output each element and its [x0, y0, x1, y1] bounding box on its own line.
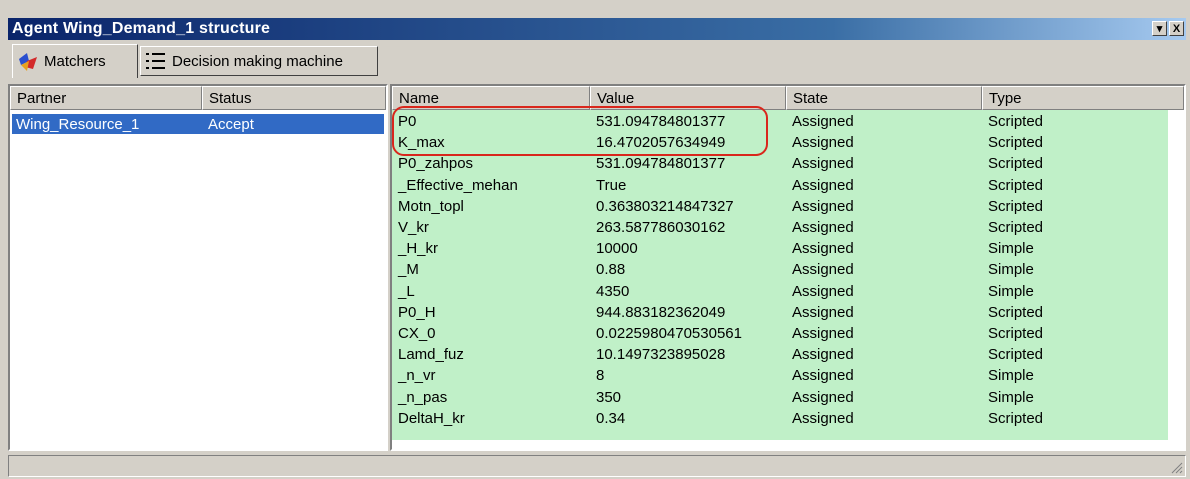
variable-row[interactable]: _n_pas 350 Assigned Simple — [392, 387, 1168, 408]
variable-value: 10.1497323895028 — [596, 346, 726, 364]
variable-state: Assigned — [792, 197, 854, 215]
variable-name: _L — [398, 282, 415, 300]
variable-name: Lamd_fuz — [398, 346, 464, 364]
variable-value: 263.587786030162 — [596, 219, 726, 236]
close-icon: X — [1172, 23, 1181, 35]
variable-state: Assigned — [792, 282, 854, 300]
resize-grip-icon[interactable] — [1169, 460, 1183, 474]
variable-state: Assigned — [792, 240, 854, 258]
matcher-partner: Wing_Resource_1 — [16, 116, 140, 133]
variable-row[interactable]: DeltaH_kr 0.34 Assigned Scripted — [392, 408, 1168, 429]
variable-state: Assigned — [792, 261, 854, 279]
variable-type: Simple — [988, 388, 1034, 406]
variable-type: Scripted — [988, 409, 1044, 427]
variable-row[interactable]: _H_kr 10000 Assigned Simple — [392, 238, 1168, 259]
tab-strip: Matchers Decision making machine — [8, 42, 1186, 78]
variable-type: Simple — [988, 282, 1034, 300]
variable-type: Simple — [988, 367, 1034, 385]
variable-value: 4350 — [596, 282, 630, 300]
variable-state: Assigned — [792, 346, 854, 364]
variable-row[interactable]: _n_vr 8 Assigned Simple — [392, 365, 1168, 386]
variable-name: CX_0 — [398, 325, 436, 342]
variable-value: 350 — [596, 388, 622, 406]
variable-row[interactable]: P0_H 944.883182362049 Assigned Scripted — [392, 302, 1168, 323]
variable-row[interactable]: _Effective_mehan True Assigned Scripted — [392, 175, 1168, 196]
status-bar — [8, 455, 1186, 477]
variable-name: V_kr — [398, 219, 429, 236]
variable-value: 0.363803214847327 — [596, 197, 734, 215]
variable-state: Assigned — [792, 325, 854, 342]
variable-type: Scripted — [988, 219, 1044, 236]
variable-value: 944.883182362049 — [596, 303, 726, 321]
variable-row[interactable]: Lamd_fuz 10.1497323895028 Assigned Scripted — [392, 344, 1168, 365]
matcher-row[interactable]: Wing_Resource_1 Accept — [10, 114, 386, 135]
variable-state: Assigned — [792, 113, 854, 130]
matchers-icon — [17, 51, 39, 73]
window-title: Agent Wing_Demand_1 structure — [12, 20, 271, 37]
variable-name: DeltaH_kr — [398, 409, 465, 427]
annotation-highlight — [392, 106, 768, 156]
variable-state: Assigned — [792, 219, 854, 236]
variable-name: _n_pas — [398, 388, 448, 406]
variable-name: P0_H — [398, 303, 436, 321]
variable-state: Assigned — [792, 176, 854, 194]
variable-row[interactable]: Motn_topl 0.363803214847327 Assigned Script… — [392, 196, 1168, 217]
column-header-partner[interactable]: Partner — [10, 86, 202, 110]
variable-name: Motn_topl — [398, 197, 464, 215]
variable-value: True — [596, 176, 627, 194]
variable-type: Scripted — [988, 134, 1044, 152]
variable-type: Scripted — [988, 113, 1044, 130]
matchers-header: Partner Status — [10, 86, 386, 110]
variable-type: Scripted — [988, 346, 1044, 364]
variable-name: P0_zahpos — [398, 155, 474, 173]
pin-dropdown-button[interactable]: ▾ — [1152, 21, 1167, 36]
variable-state: Assigned — [792, 155, 854, 173]
variable-state: Assigned — [792, 388, 854, 406]
tab-matchers[interactable]: Matchers — [12, 44, 138, 78]
variable-name: _H_kr — [398, 240, 439, 258]
column-header-state[interactable]: State — [786, 86, 982, 110]
column-header-type[interactable]: Type — [982, 86, 1184, 110]
variable-value: 0.34 — [596, 409, 626, 427]
variable-type: Scripted — [988, 176, 1044, 194]
variable-type: Scripted — [988, 303, 1044, 321]
list-icon — [145, 50, 167, 72]
tab-matchers-label: Matchers — [44, 53, 106, 70]
variable-state: Assigned — [792, 303, 854, 321]
variable-type: Scripted — [988, 155, 1044, 173]
tab-decision-making-machine-label: Decision making machine — [172, 52, 343, 70]
variable-value: 0.88 — [596, 261, 626, 279]
variable-type: Scripted — [988, 325, 1044, 342]
variable-name: _Effective_mehan — [398, 176, 518, 194]
close-button[interactable]: X — [1169, 21, 1184, 36]
variable-type: Simple — [988, 261, 1034, 279]
variable-type: Simple — [988, 240, 1034, 258]
column-header-status[interactable]: Status — [202, 86, 386, 110]
variable-type: Scripted — [988, 197, 1044, 215]
variable-value: 10000 — [596, 240, 638, 258]
variable-value: 8 — [596, 367, 605, 385]
variable-value: 531.094784801377 — [596, 155, 726, 173]
variable-row[interactable]: _M 0.88 Assigned Simple — [392, 259, 1168, 280]
variable-row[interactable]: P0_zahpos 531.094784801377 Assigned Scripte… — [392, 153, 1168, 174]
variable-state: Assigned — [792, 367, 854, 385]
variable-row[interactable]: V_kr 263.587786030162 Assigned Scripted — [392, 217, 1168, 238]
matcher-status: Accept — [208, 116, 254, 133]
tab-decision-making-machine[interactable]: Decision making machine — [140, 46, 378, 76]
variable-value: 0.0225980470530561 — [596, 325, 742, 342]
variable-name: _n_vr — [398, 367, 436, 385]
variable-row[interactable]: _L 4350 Assigned Simple — [392, 281, 1168, 302]
matchers-list[interactable]: Partner Status Wing_Resource_1 Accept — [8, 84, 388, 451]
window-title-bar[interactable]: Agent Wing_Demand_1 structure ▾ X — [8, 18, 1186, 40]
variable-name: _M — [398, 261, 419, 279]
chevron-down-icon: ▾ — [1156, 23, 1163, 35]
variable-row[interactable]: CX_0 0.0225980470530561 Assigned Scripted — [392, 323, 1168, 344]
variable-state: Assigned — [792, 409, 854, 427]
variable-state: Assigned — [792, 134, 854, 152]
